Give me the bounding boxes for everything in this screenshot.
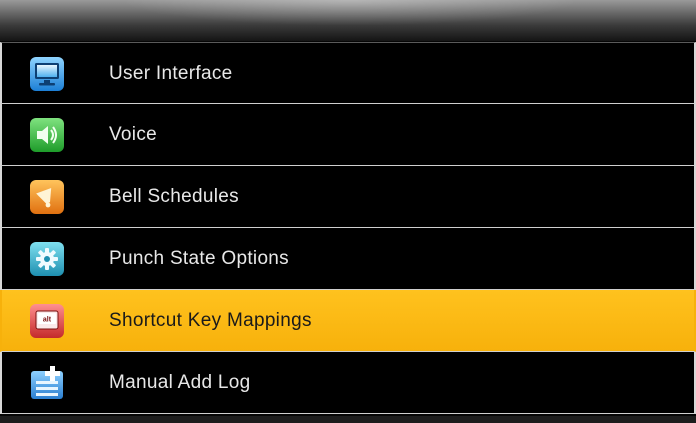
title-bar bbox=[0, 0, 696, 41]
menu-item-label: Punch State Options bbox=[109, 248, 289, 269]
menu-item-bell-schedules[interactable]: Bell Schedules bbox=[0, 166, 696, 228]
menu-item-label: Manual Add Log bbox=[109, 372, 251, 393]
settings-menu: User Interface Voice Bell Schedules Punc… bbox=[0, 42, 696, 414]
menu-item-label: Voice bbox=[109, 124, 157, 145]
monitor-icon bbox=[29, 56, 65, 92]
menu-item-voice[interactable]: Voice bbox=[0, 104, 696, 166]
gear-icon bbox=[29, 241, 65, 277]
title-bar-highlight bbox=[120, 0, 580, 26]
alt-key-text: alt bbox=[43, 317, 52, 324]
alt-key-icon: alt bbox=[29, 303, 65, 339]
menu-item-label: Bell Schedules bbox=[109, 186, 239, 207]
add-log-icon bbox=[29, 365, 65, 401]
menu-item-shortcut-key-mappings[interactable]: alt Shortcut Key Mappings bbox=[0, 290, 696, 352]
menu-item-manual-add-log[interactable]: Manual Add Log bbox=[0, 352, 696, 414]
menu-item-label: Shortcut Key Mappings bbox=[109, 310, 312, 331]
bottom-edge bbox=[0, 416, 696, 423]
menu-item-punch-state-options[interactable]: Punch State Options bbox=[0, 228, 696, 290]
menu-item-user-interface[interactable]: User Interface bbox=[0, 42, 696, 104]
speaker-icon bbox=[29, 117, 65, 153]
menu-item-label: User Interface bbox=[109, 63, 233, 84]
bell-icon bbox=[29, 179, 65, 215]
device-screen: User Interface Voice Bell Schedules Punc… bbox=[0, 0, 696, 423]
